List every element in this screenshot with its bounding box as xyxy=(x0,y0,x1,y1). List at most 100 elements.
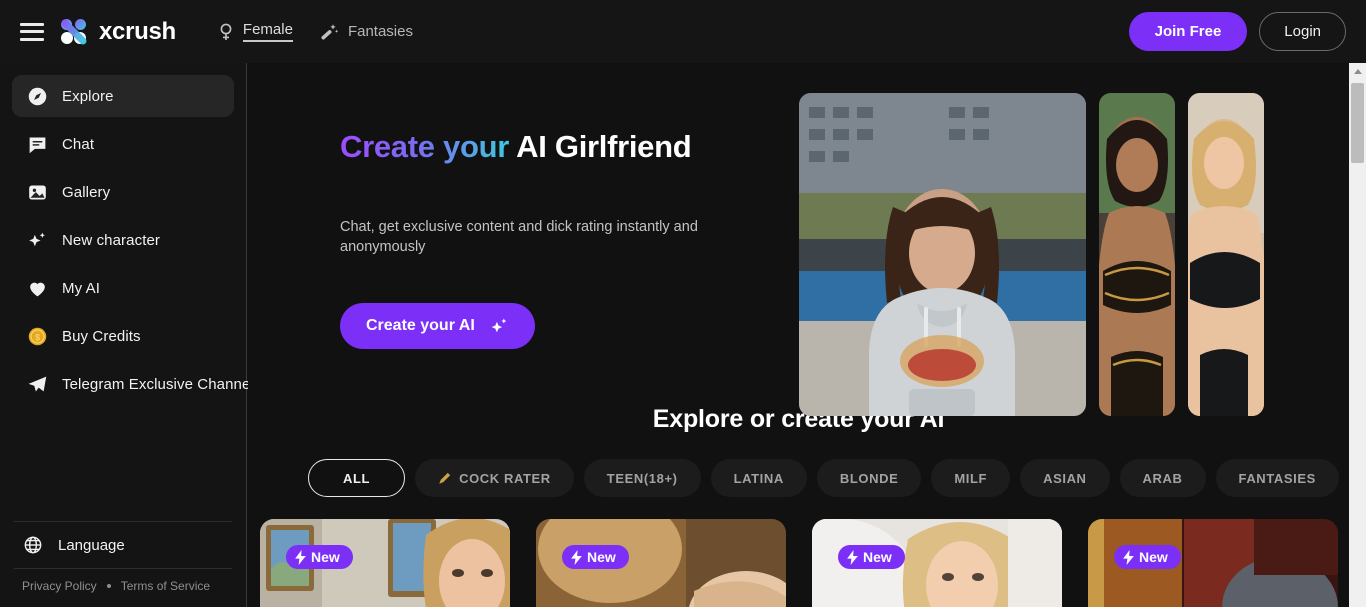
sidebar-item-my-ai[interactable]: My AI xyxy=(12,267,234,309)
sidebar-item-label: Buy Credits xyxy=(62,327,141,345)
svg-text:$: $ xyxy=(35,332,40,342)
badge-label: New xyxy=(863,549,892,565)
chip-fantasies[interactable]: FANTASIES xyxy=(1215,459,1339,497)
character-card[interactable]: New xyxy=(812,519,1062,607)
hero-image-main[interactable] xyxy=(799,93,1086,416)
character-card[interactable]: New xyxy=(260,519,510,607)
status-badge: New xyxy=(838,545,905,569)
chip-label: ASIAN xyxy=(1043,470,1087,486)
character-card-grid: New New New New xyxy=(248,497,1349,607)
terms-of-service-link[interactable]: Terms of Service xyxy=(121,579,210,593)
top-nav-label: Fantasies xyxy=(347,23,413,40)
chip-milf[interactable]: MILF xyxy=(931,459,1011,497)
image-icon xyxy=(26,181,48,203)
hamburger-line xyxy=(20,30,44,33)
sidebar: Explore Chat Gallery New character My AI… xyxy=(0,63,254,607)
page-scrollbar[interactable] xyxy=(1349,63,1366,607)
top-nav: Female Fantasies xyxy=(218,21,413,42)
logo[interactable]: xcrush xyxy=(58,16,176,48)
chip-label: COCK RATER xyxy=(459,470,551,486)
sparkle-icon xyxy=(489,316,509,336)
status-badge: New xyxy=(1114,545,1181,569)
language-label: Language xyxy=(58,536,125,554)
sidebar-item-chat[interactable]: Chat xyxy=(12,123,234,165)
chip-all[interactable]: ALL xyxy=(308,459,406,497)
chip-label: BLONDE xyxy=(839,470,899,486)
telegram-icon xyxy=(26,373,48,395)
sidebar-item-gallery[interactable]: Gallery xyxy=(12,171,234,213)
lightning-icon xyxy=(847,549,858,565)
triangle-up-icon xyxy=(1353,69,1362,74)
coin-icon: $ xyxy=(26,325,48,347)
hero-gallery xyxy=(799,93,1264,416)
page-title: Create your AI Girlfriend xyxy=(340,129,760,165)
chip-label: LATINA xyxy=(733,470,784,486)
sidebar-nav-list: Explore Chat Gallery New character My AI… xyxy=(0,63,254,411)
compass-icon xyxy=(26,85,48,107)
join-free-button[interactable]: Join Free xyxy=(1128,12,1248,51)
chip-label: ARAB xyxy=(1142,470,1183,486)
sidebar-item-label: Gallery xyxy=(62,183,111,201)
chip-asian[interactable]: ASIAN xyxy=(1020,459,1110,497)
pencil-icon xyxy=(438,472,451,485)
chip-cock-rater[interactable]: COCK RATER xyxy=(415,459,574,497)
chip-blonde[interactable]: BLONDE xyxy=(816,459,922,497)
sidebar-item-label: New character xyxy=(62,231,161,249)
xcrush-logo-icon xyxy=(58,16,90,48)
chip-label: TEEN(18+) xyxy=(606,470,678,486)
top-nav-item-fantasies[interactable]: Fantasies xyxy=(319,22,413,42)
create-your-ai-button[interactable]: Create your AI xyxy=(340,303,535,349)
hero-subtitle: Chat, get exclusive content and dick rat… xyxy=(340,219,698,255)
hero-copy: Create your AI Girlfriend Chat, get excl… xyxy=(340,129,760,349)
top-nav-item-female[interactable]: Female xyxy=(218,21,293,42)
sidebar-item-label: My AI xyxy=(62,279,101,297)
lightning-icon xyxy=(1123,549,1134,565)
status-badge: New xyxy=(562,545,629,569)
sidebar-item-label: Telegram Exclusive Channel xyxy=(62,375,254,393)
sidebar-item-label: Chat xyxy=(62,135,95,153)
top-nav-label: Female xyxy=(242,21,293,42)
hamburger-line xyxy=(20,22,44,26)
sidebar-item-new-character[interactable]: New character xyxy=(12,219,234,261)
sidebar-item-explore[interactable]: Explore xyxy=(12,75,234,117)
main-content: Create your AI Girlfriend Chat, get excl… xyxy=(248,63,1349,607)
scrollbar-up-arrow[interactable] xyxy=(1349,63,1366,80)
legal-separator-dot xyxy=(106,584,111,588)
chip-label: ALL xyxy=(343,470,371,486)
language-selector[interactable]: Language xyxy=(0,522,246,568)
hero-image-secondary-2[interactable] xyxy=(1188,93,1264,416)
character-card[interactable]: New xyxy=(1088,519,1338,607)
lightning-icon xyxy=(295,549,306,565)
badge-label: New xyxy=(311,549,340,565)
status-badge: New xyxy=(286,545,353,569)
hero-title-gradient: Create your xyxy=(340,129,509,164)
hamburger-line xyxy=(20,37,44,41)
chip-latina[interactable]: LATINA xyxy=(710,459,807,497)
logo-text: xcrush xyxy=(99,17,176,45)
login-button[interactable]: Login xyxy=(1259,12,1346,51)
sparkle-icon xyxy=(26,229,48,251)
badge-label: New xyxy=(587,549,616,565)
chat-bubble-icon xyxy=(26,133,48,155)
page-root: xcrush Female Fantasies Join Free Login … xyxy=(0,0,1366,607)
hero-image-secondary-1[interactable] xyxy=(1099,93,1175,416)
hero-section: Create your AI Girlfriend Chat, get excl… xyxy=(248,63,1349,416)
create-ai-label: Create your AI xyxy=(366,317,475,334)
lightning-icon xyxy=(571,549,582,565)
sidebar-item-buy-credits[interactable]: $ Buy Credits xyxy=(12,315,234,357)
top-bar: xcrush Female Fantasies Join Free Login xyxy=(0,0,1366,63)
character-card[interactable]: New xyxy=(536,519,786,607)
badge-label: New xyxy=(1139,549,1168,565)
sidebar-item-telegram[interactable]: Telegram Exclusive Channel xyxy=(12,363,254,405)
chip-arab[interactable]: ARAB xyxy=(1119,459,1206,497)
legal-links: Privacy Policy Terms of Service xyxy=(0,569,246,607)
heart-icon xyxy=(26,277,48,299)
globe-icon xyxy=(22,534,44,556)
scrollbar-thumb[interactable] xyxy=(1351,83,1364,163)
chip-teen[interactable]: TEEN(18+) xyxy=(583,459,701,497)
venus-icon xyxy=(218,23,234,41)
hamburger-menu-icon[interactable] xyxy=(20,22,44,41)
privacy-policy-link[interactable]: Privacy Policy xyxy=(22,579,97,593)
top-bar-actions: Join Free Login xyxy=(1128,12,1346,51)
